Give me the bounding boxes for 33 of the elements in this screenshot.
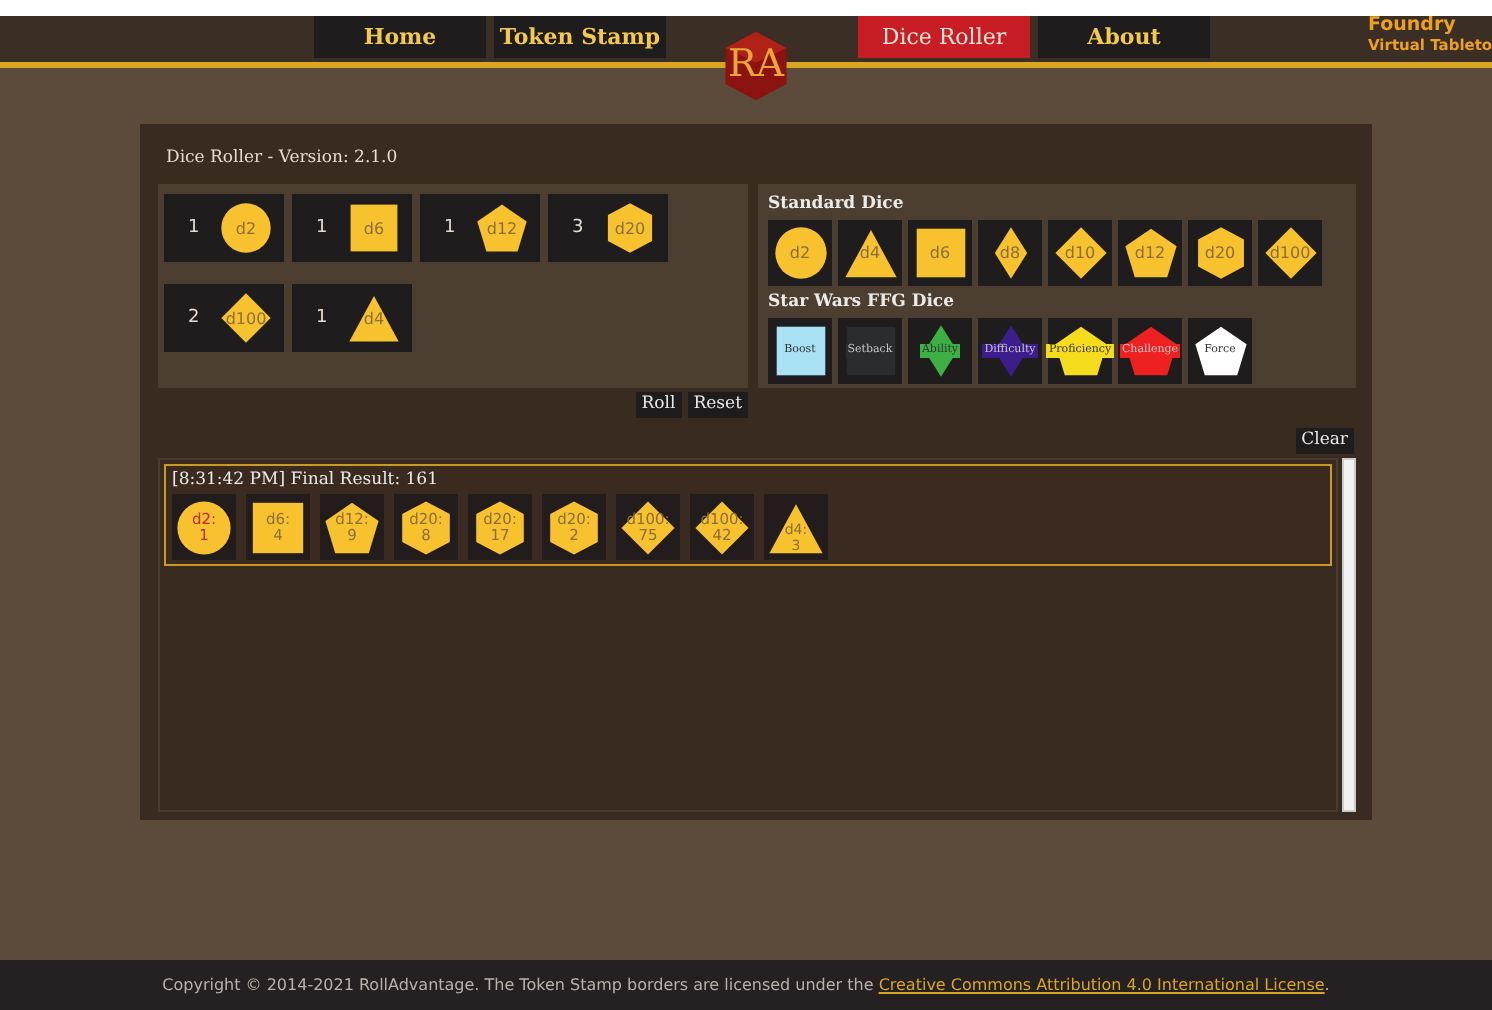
clear-button[interactable]: Clear [1295,428,1354,454]
copyright-text: Copyright © 2014-2021 RollAdvantage. The Token Stamp borders are licensed under the Creative Commons Attribution 4.0 International License. [162,976,1330,994]
pool-tile[interactable]: 1 d4 [292,284,412,352]
die-count: 1 [444,218,456,238]
license-link[interactable]: Creative Commons Attribution 4.0 International License [878,976,1325,994]
nav-tab[interactable]: Token Stamp [494,16,666,58]
pool-tile[interactable]: 1 d6 [292,194,412,262]
die-count: 1 [316,308,328,328]
section-heading: Standard Dice [768,194,906,214]
logo[interactable]: RA [720,28,792,104]
pool-tile[interactable]: 1 d2 [164,194,284,262]
pool-tile[interactable]: 3 d20 [548,194,668,262]
section-heading: Star Wars FFG Dice [768,292,957,312]
die-icon: d2 [220,202,272,254]
die-count: 2 [188,308,200,328]
nav-tab[interactable]: About [1038,16,1210,58]
die-icon: d12 [476,202,528,254]
die-count: 1 [188,218,200,238]
die-count: 3 [572,218,584,238]
pool-tile[interactable]: 2 d100 [164,284,284,352]
panel-title: Dice Roller - Version: 2.1.0 [164,146,400,172]
pool-button[interactable]: Roll [635,392,682,418]
pool-tile[interactable]: 1 d12 [420,194,540,262]
die-icon: d4 [348,292,400,344]
pool-button[interactable]: Reset [687,392,748,418]
die-icon: d6 [348,202,400,254]
die-icon: d20 [604,202,656,254]
die-icon: d100 [220,292,272,344]
result-header: [8:31:42 PM] Final Result: 161 [172,470,440,490]
nav-tab[interactable]: Home [314,16,486,58]
nav-tab[interactable]: Dice Roller [858,16,1030,58]
scrollbar[interactable] [1342,458,1356,812]
die-count: 1 [316,218,328,238]
